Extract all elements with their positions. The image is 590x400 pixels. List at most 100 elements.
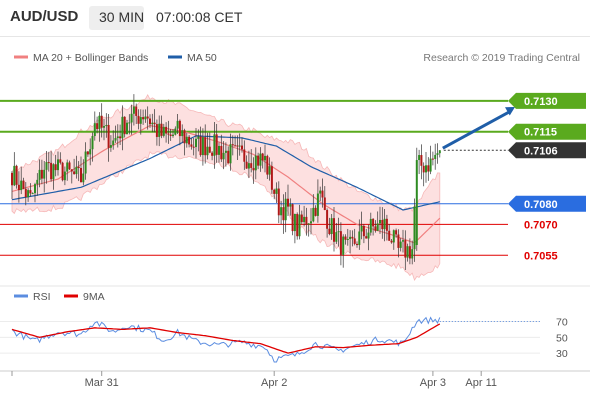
candle-body xyxy=(183,130,186,144)
candle-body xyxy=(57,159,59,171)
candle-body xyxy=(238,145,241,147)
candle-body xyxy=(40,169,43,179)
candle-body xyxy=(406,246,409,258)
candle-body xyxy=(422,165,425,173)
candle-body xyxy=(275,188,278,194)
candle-body xyxy=(365,236,368,239)
candle-body xyxy=(139,117,142,124)
candle-body xyxy=(229,144,232,164)
candle-body xyxy=(135,106,138,116)
rsi-tick-label: 70 xyxy=(556,316,568,328)
copyright-label: Research © 2019 Trading Central xyxy=(423,52,580,64)
candle-body xyxy=(174,128,177,135)
candle-body xyxy=(296,213,299,237)
candle-body xyxy=(112,140,115,146)
candle-body xyxy=(358,231,361,246)
candle-body xyxy=(13,165,16,186)
projection-arrow xyxy=(442,107,515,150)
candle-body xyxy=(243,149,246,162)
candle-body xyxy=(11,172,13,186)
candle-body xyxy=(390,240,393,243)
candle-body xyxy=(316,193,319,216)
candle-body xyxy=(218,145,220,155)
candle-body xyxy=(93,123,96,137)
candle-body xyxy=(146,116,149,119)
candle-body xyxy=(305,216,308,225)
candle-body xyxy=(330,218,333,235)
candle-body xyxy=(27,190,30,198)
candle-body xyxy=(149,118,151,125)
candle-body xyxy=(298,214,301,237)
candle-body xyxy=(195,138,197,148)
projection-arrow-shaft xyxy=(442,110,510,150)
candle-body xyxy=(333,218,335,242)
candle-body xyxy=(204,137,207,156)
candle-body xyxy=(130,113,133,123)
candle-body xyxy=(84,151,87,174)
candle-body xyxy=(220,145,223,160)
candle-body xyxy=(17,184,20,191)
candle-body xyxy=(289,204,292,207)
x-axis: Mar 31 Apr 2 Apr 3 Apr 11 xyxy=(0,370,590,389)
candle-body xyxy=(66,162,69,172)
candle-body xyxy=(319,190,322,194)
main-legend: MA 20 + Bollinger Bands MA 50 Research © 2… xyxy=(14,52,580,64)
level-label-0.7115: 0.7115 xyxy=(524,127,557,139)
x-axis-label: Apr 11 xyxy=(465,377,497,389)
candle-body xyxy=(264,155,266,161)
candle-body xyxy=(197,136,200,139)
candle-body xyxy=(167,133,170,135)
candle-body xyxy=(68,162,71,170)
candle-body xyxy=(82,173,85,183)
candle-body xyxy=(227,150,230,164)
candle-body xyxy=(45,162,48,170)
candle-body xyxy=(188,136,191,145)
x-axis-label: Apr 2 xyxy=(261,377,287,389)
candle-body xyxy=(367,232,370,239)
candle-body xyxy=(335,232,338,242)
candle-body xyxy=(388,230,391,241)
candle-body xyxy=(50,162,53,180)
candle-body xyxy=(73,171,76,175)
candle-body xyxy=(310,221,312,224)
candle-body xyxy=(252,167,255,171)
candle-body xyxy=(24,188,27,198)
candle-body xyxy=(254,155,257,171)
candle-body xyxy=(431,158,434,160)
level-label-0.7055: 0.7055 xyxy=(524,250,558,262)
candle-body xyxy=(402,240,404,242)
candle-body xyxy=(54,164,57,171)
candle-body xyxy=(266,155,269,175)
candle-body xyxy=(178,120,181,137)
candle-body xyxy=(116,136,119,139)
candle-body xyxy=(415,160,418,245)
candle-body xyxy=(404,240,407,258)
candle-body xyxy=(257,155,260,166)
ma50-legend-label: MA 50 xyxy=(187,52,217,64)
rsi-legend-label: RSI xyxy=(33,291,51,303)
candle-body xyxy=(250,163,253,168)
candle-body xyxy=(245,161,248,169)
candle-body xyxy=(411,249,414,259)
candle-body xyxy=(369,218,372,233)
candle-body xyxy=(307,223,310,225)
candle-body xyxy=(413,206,416,250)
candle-body xyxy=(420,155,423,166)
candle-body xyxy=(98,115,101,130)
candle-body xyxy=(52,164,55,180)
candle-body xyxy=(43,169,46,179)
candle-body xyxy=(151,122,154,125)
candle-body xyxy=(280,207,283,216)
candle-body xyxy=(169,134,172,136)
candle-body xyxy=(165,126,168,134)
rsi-tick-label: 30 xyxy=(556,348,568,360)
x-axis-label: Apr 3 xyxy=(420,377,446,389)
level-label-0.7080: 0.7080 xyxy=(524,199,558,211)
candle-body xyxy=(344,236,347,240)
candle-body xyxy=(337,231,340,233)
candle-body xyxy=(381,219,384,230)
candle-body xyxy=(119,136,122,139)
candle-body xyxy=(270,166,273,190)
candle-body xyxy=(162,126,165,136)
candle-body xyxy=(236,145,239,147)
